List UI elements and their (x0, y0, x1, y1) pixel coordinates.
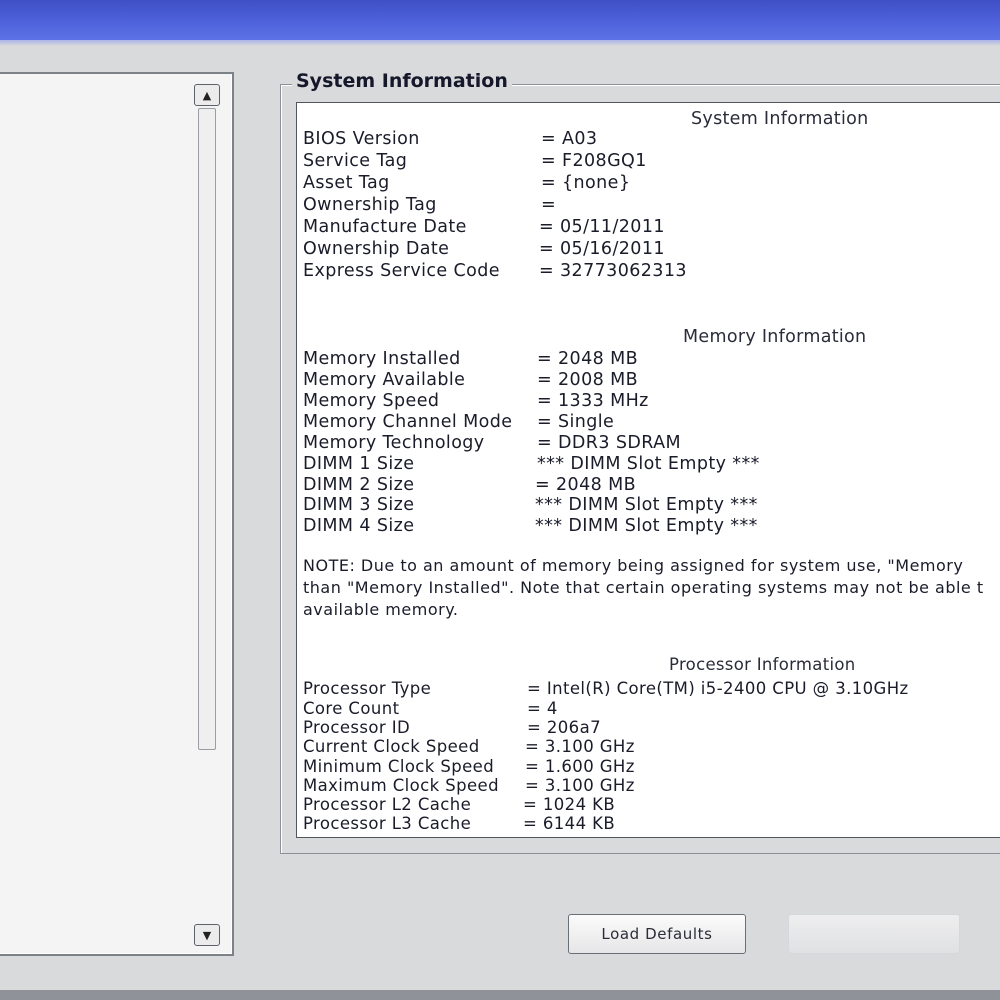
row-value: = 3.100 GHz (525, 776, 635, 795)
tree-scrollbar[interactable]: ▲ ▼ (192, 80, 222, 948)
processor-info-heading: Processor Information (669, 655, 856, 674)
note-line: than "Memory Installed". Note that certa… (303, 578, 984, 597)
row-label: Memory Technology (303, 433, 485, 453)
row-label: Ownership Date (303, 239, 450, 259)
system-information-panel: System Information BIOS Version = A03 Se… (296, 102, 1000, 838)
row-label: Service Tag (303, 151, 408, 171)
row-value: = 05/11/2011 (539, 217, 665, 237)
row-value: = F208GQ1 (541, 151, 647, 171)
title-bar-divider (0, 40, 1000, 46)
window-title-bar (0, 0, 1000, 42)
row-value: = 1.600 GHz (525, 757, 635, 776)
row-value: = 1024 KB (523, 795, 616, 814)
note-line: available memory. (303, 600, 459, 619)
chevron-down-icon: ▼ (202, 928, 212, 942)
row-label: Processor Type (303, 679, 432, 698)
row-value: = 2048 MB (535, 475, 637, 495)
row-label: Manufacture Date (303, 217, 467, 237)
load-defaults-button[interactable]: Load Defaults (568, 914, 746, 954)
scroll-up-button[interactable]: ▲ (194, 84, 220, 106)
row-label: DIMM 4 Size (303, 516, 415, 536)
window-bottom-edge (0, 990, 1000, 1000)
row-label: Memory Speed (303, 391, 440, 411)
group-title: System Information (292, 70, 512, 92)
memory-note: NOTE: Due to an amount of memory being a… (303, 555, 1000, 621)
row-value: = 206a7 (527, 718, 601, 737)
row-value: *** DIMM Slot Empty *** (535, 516, 758, 536)
row-value: = 32773062313 (539, 261, 687, 281)
row-label: Asset Tag (303, 173, 390, 193)
chevron-up-icon: ▲ (202, 88, 212, 102)
row-label: BIOS Version (303, 129, 420, 149)
row-value: *** DIMM Slot Empty *** (537, 454, 760, 474)
row-label: Core Count (303, 699, 400, 718)
row-value: = A03 (541, 129, 598, 149)
row-value: = 1333 MHz (537, 391, 649, 411)
scroll-down-button[interactable]: ▼ (194, 924, 220, 946)
row-value: *** DIMM Slot Empty *** (535, 495, 758, 515)
row-value: = DDR3 SDRAM (537, 433, 681, 453)
note-line: NOTE: Due to an amount of memory being a… (303, 556, 964, 575)
row-value: = Intel(R) Core(TM) i5-2400 CPU @ 3.10GH… (527, 679, 909, 698)
memory-info-heading: Memory Information (683, 327, 867, 347)
system-info-heading: System Information (691, 109, 869, 129)
row-value: = Single (537, 412, 615, 432)
row-value: = 6144 KB (523, 814, 616, 833)
row-label: Memory Installed (303, 349, 461, 369)
row-label: Processor L3 Cache (303, 814, 472, 833)
row-value: = 2048 MB (537, 349, 639, 369)
row-label: Express Service Code (303, 261, 500, 281)
row-value: = {none} (541, 173, 631, 193)
row-value: = 3.100 GHz (525, 737, 635, 756)
row-label: Processor L2 Cache (303, 795, 472, 814)
row-value: = 4 (527, 699, 558, 718)
row-label: Processor ID (303, 718, 411, 737)
row-label: Memory Channel Mode (303, 412, 513, 432)
row-value: = 2008 MB (537, 370, 639, 390)
scroll-track[interactable] (198, 108, 216, 750)
row-label: DIMM 2 Size (303, 475, 415, 495)
row-label: Maximum Clock Speed (303, 776, 499, 795)
row-value: = 05/16/2011 (539, 239, 665, 259)
row-label: Minimum Clock Speed (303, 757, 495, 776)
settings-tree-pane[interactable]: ▲ ▼ (0, 72, 234, 956)
row-label: Current Clock Speed (303, 737, 480, 756)
row-label: Ownership Tag (303, 195, 437, 215)
row-label: DIMM 1 Size (303, 454, 415, 474)
row-value: = (541, 195, 557, 215)
row-label: DIMM 3 Size (303, 495, 415, 515)
row-label: Memory Available (303, 370, 466, 390)
disabled-button[interactable] (788, 914, 960, 954)
